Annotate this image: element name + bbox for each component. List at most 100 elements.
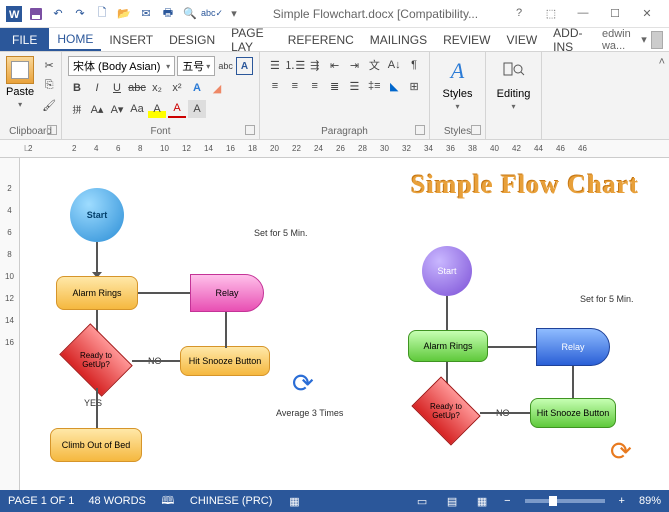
strike-button[interactable]: abc <box>128 79 146 97</box>
tab-insert[interactable]: INSERT <box>101 28 161 51</box>
sort-icon[interactable]: A↓ <box>385 56 403 74</box>
styles-button[interactable]: A Styles ▾ <box>436 56 479 111</box>
maximize-icon[interactable]: ☐ <box>603 7 627 20</box>
macro-icon[interactable]: ▦ <box>286 494 302 508</box>
status-bar: PAGE 1 OF 1 48 WORDS 🕮 CHINESE (PRC) ▦ ▭… <box>0 490 669 512</box>
preview-icon[interactable]: 🔍 <box>180 4 200 24</box>
dialog-launcher-icon[interactable] <box>47 125 57 135</box>
open-icon[interactable]: 📂 <box>114 4 134 24</box>
redo-icon[interactable]: ↷ <box>70 4 90 24</box>
horizontal-ruler[interactable]: L 22468101214161820222426283032343638404… <box>0 140 669 158</box>
help-icon[interactable]: ? <box>507 7 531 20</box>
web-layout-icon[interactable]: ▦ <box>474 494 490 508</box>
page-indicator[interactable]: PAGE 1 OF 1 <box>8 495 74 507</box>
format-painter-icon[interactable]: 🖌 <box>40 96 58 114</box>
distribute-icon[interactable]: ☰ <box>346 77 364 95</box>
justify-icon[interactable]: ≣ <box>326 77 344 95</box>
paste-label: Paste <box>6 86 34 98</box>
text-effects-icon[interactable]: A <box>188 79 206 97</box>
increase-indent-icon[interactable]: ⇥ <box>346 56 364 74</box>
connector <box>96 388 98 428</box>
paste-button[interactable]: Paste ▾ <box>6 56 34 114</box>
zoom-value[interactable]: 89% <box>639 495 661 507</box>
grow-font-icon[interactable]: A▴ <box>88 100 106 118</box>
highlight-icon[interactable]: A <box>148 100 166 118</box>
word-count[interactable]: 48 WORDS <box>88 495 145 507</box>
align-left-icon[interactable]: ≡ <box>266 77 284 95</box>
tab-mailings[interactable]: MAILINGS <box>362 28 435 51</box>
shrink-font-icon[interactable]: A▾ <box>108 100 126 118</box>
qat-dropdown-icon[interactable]: ▾ <box>224 4 244 24</box>
decrease-indent-icon[interactable]: ⇤ <box>326 56 344 74</box>
tab-home[interactable]: HOME <box>49 28 101 51</box>
spell-check-icon[interactable]: 🕮 <box>160 494 176 508</box>
align-right-icon[interactable]: ≡ <box>306 77 324 95</box>
bullets-icon[interactable]: ☰ <box>266 56 284 74</box>
zoom-slider[interactable] <box>525 499 605 503</box>
shading-icon[interactable]: ◣ <box>385 77 403 95</box>
save-icon[interactable] <box>26 4 46 24</box>
numbering-icon[interactable]: ⒈☰ <box>286 56 304 74</box>
tab-references[interactable]: REFERENC <box>280 28 362 51</box>
dialog-launcher-icon[interactable] <box>245 125 255 135</box>
zoom-out-button[interactable]: − <box>504 495 510 507</box>
tab-view[interactable]: VIEW <box>498 28 545 51</box>
underline-button[interactable]: U <box>108 79 126 97</box>
ribbon-display-icon[interactable]: ⬚ <box>539 7 563 20</box>
flowchart-process: Hit Snooze Button <box>180 346 270 376</box>
undo-icon[interactable]: ↶ <box>48 4 68 24</box>
align-center-icon[interactable]: ≡ <box>286 77 304 95</box>
collapse-ribbon-icon[interactable]: ˄ <box>659 56 665 68</box>
char-shading-icon[interactable]: A <box>188 100 206 118</box>
font-color-icon[interactable]: A <box>168 100 186 118</box>
close-icon[interactable]: ✕ <box>635 7 659 20</box>
copy-icon[interactable]: ⎘ <box>40 76 58 94</box>
tab-page-layout[interactable]: PAGE LAY <box>223 28 280 51</box>
show-marks-icon[interactable]: ¶ <box>405 56 423 74</box>
change-case-icon[interactable]: Aa <box>128 100 146 118</box>
new-icon[interactable]: 🗋 <box>92 4 112 24</box>
dialog-launcher-icon[interactable] <box>471 125 481 135</box>
chevron-down-icon: ▾ <box>206 62 210 71</box>
cut-icon[interactable]: ✂ <box>40 56 58 74</box>
char-border-icon[interactable]: A <box>236 57 253 75</box>
titlebar: W ↶ ↷ 🗋 📂 ✉ 🖶 🔍 abc✓ ▾ Simple Flowchart.… <box>0 0 669 28</box>
dialog-launcher-icon[interactable] <box>415 125 425 135</box>
vertical-ruler[interactable]: 246810121416 <box>0 158 20 490</box>
refresh-icon: ⟳ <box>292 368 314 399</box>
line-spacing-icon[interactable]: ‡≡ <box>365 77 383 95</box>
eraser-icon[interactable]: ◢ <box>208 79 226 97</box>
clear-format-icon[interactable]: abc <box>217 57 234 75</box>
tab-review[interactable]: REVIEW <box>435 28 498 51</box>
bold-button[interactable]: B <box>68 79 86 97</box>
print-icon[interactable]: 🖶 <box>158 4 178 24</box>
font-size-combo[interactable]: 五号▾ <box>177 56 215 76</box>
subscript-button[interactable]: x₂ <box>148 79 166 97</box>
email-icon[interactable]: ✉ <box>136 4 156 24</box>
paste-dropdown-icon: ▾ <box>18 100 22 109</box>
annotation: Set for 5 Min. <box>580 294 634 304</box>
tab-addins[interactable]: ADD-INS <box>545 28 596 51</box>
tab-file[interactable]: FILE <box>0 28 49 51</box>
superscript-button[interactable]: x² <box>168 79 186 97</box>
minimize-icon[interactable]: — <box>571 7 595 20</box>
ribbon: Paste ▾ ✂ ⎘ 🖌 Clipboard 宋体 (Body Asian)▾… <box>0 52 669 140</box>
tab-design[interactable]: DESIGN <box>161 28 223 51</box>
page[interactable]: Simple Flow Chart Start Alarm Rings Rela… <box>20 158 669 490</box>
borders-icon[interactable]: ⊞ <box>405 77 423 95</box>
zoom-in-button[interactable]: + <box>619 495 625 507</box>
language-indicator[interactable]: CHINESE (PRC) <box>190 495 273 507</box>
asian-layout-icon[interactable]: 文 <box>365 56 383 74</box>
read-mode-icon[interactable]: ▭ <box>414 494 430 508</box>
italic-button[interactable]: I <box>88 79 106 97</box>
phonetic-icon[interactable]: 拼 <box>68 100 86 118</box>
editing-button[interactable]: Editing ▾ <box>492 56 535 111</box>
multilevel-icon[interactable]: ⇶ <box>306 56 324 74</box>
user-account[interactable]: edwin wa... ▾ <box>596 28 669 51</box>
group-editing: Editing ▾ <box>486 52 542 139</box>
spelling-icon[interactable]: abc✓ <box>202 4 222 24</box>
print-layout-icon[interactable]: ▤ <box>444 494 460 508</box>
font-name-combo[interactable]: 宋体 (Body Asian)▾ <box>68 56 175 76</box>
connector <box>446 296 448 330</box>
quick-access-toolbar: W ↶ ↷ 🗋 📂 ✉ 🖶 🔍 abc✓ ▾ <box>4 4 244 24</box>
